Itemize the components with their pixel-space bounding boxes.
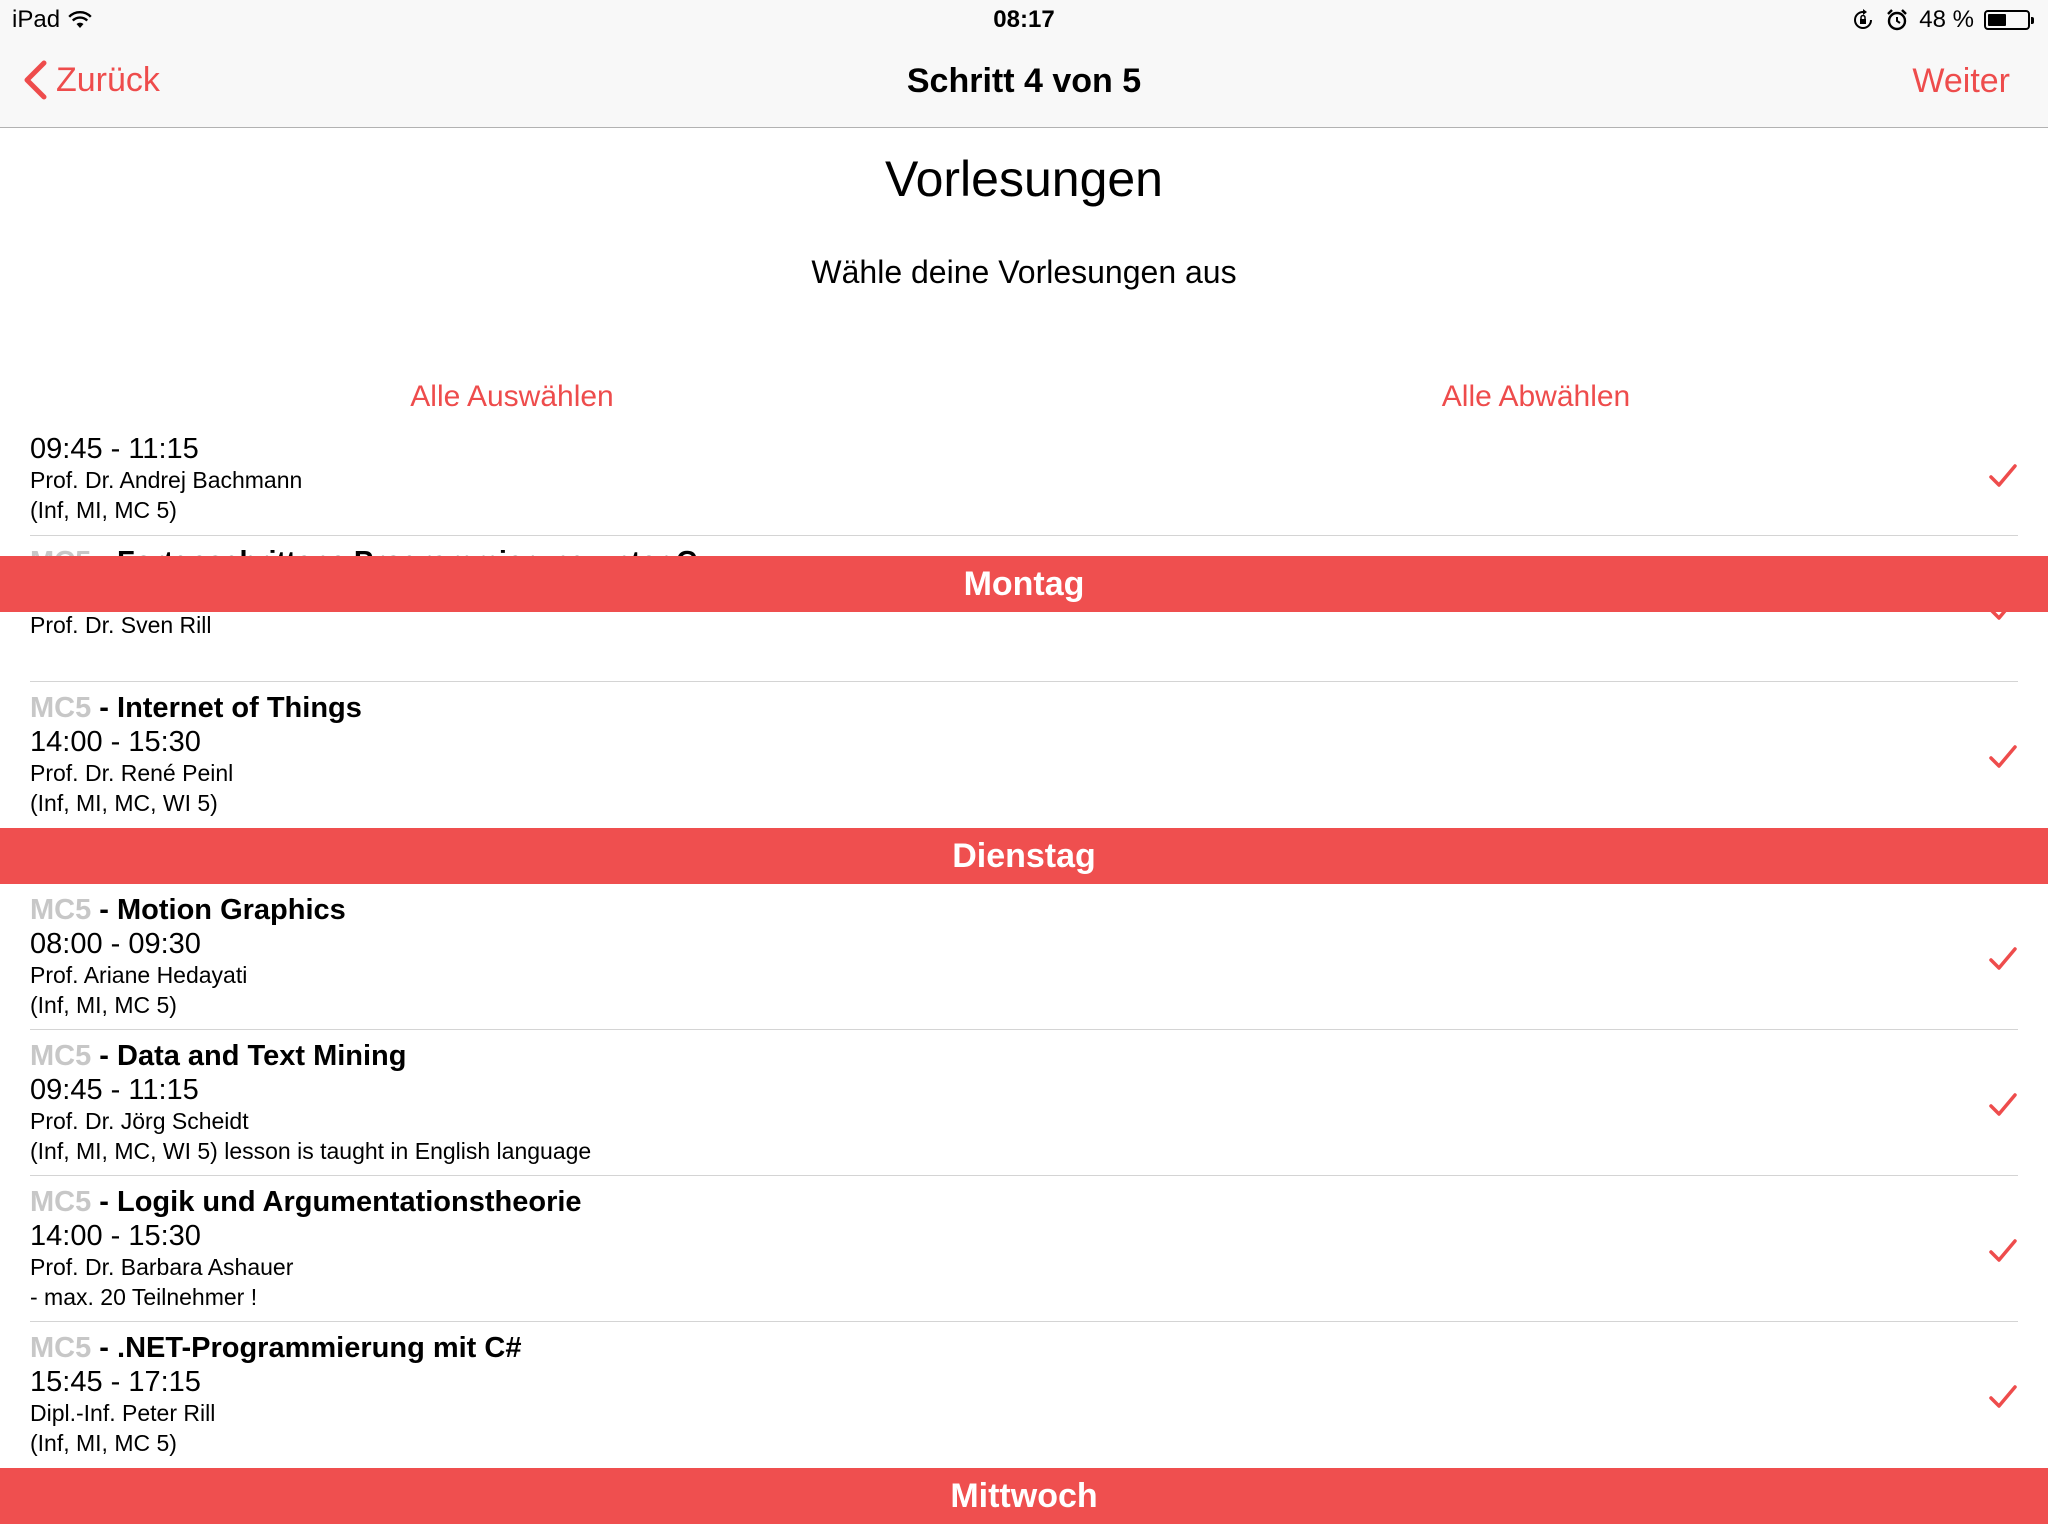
- lecture-row[interactable]: MC5 - Motion Graphics 08:00 - 09:30 Prof…: [0, 884, 2048, 1030]
- lecture-title: MC5 - .NET-Programmierung mit C#: [30, 1332, 521, 1365]
- lecture-name: - Internet of Things: [91, 692, 362, 724]
- lecture-title: MC5 - Data and Text Mining: [30, 1040, 406, 1073]
- lecture-programs: (Inf, MI, MC 5): [30, 497, 177, 523]
- lecture-title: MC5 - Internet of Things: [30, 692, 362, 725]
- checkmark-icon[interactable]: [1988, 1384, 2018, 1410]
- lecture-programs: (Inf, MI, MC, WI 5): [30, 790, 218, 816]
- section-header-mittwoch: Mittwoch: [0, 1468, 2048, 1524]
- select-all-button[interactable]: Alle Auswählen: [0, 380, 1024, 414]
- checkmark-icon[interactable]: [1988, 946, 2018, 972]
- battery-percentage: 48 %: [1919, 6, 1974, 33]
- lecture-professor: Prof. Dr. René Peinl: [30, 760, 234, 786]
- alarm-icon: [1887, 9, 1908, 31]
- section-header-montag: Montag: [0, 556, 2048, 612]
- rotation-lock-icon: [1854, 9, 1873, 29]
- battery-fill: [1988, 14, 2006, 26]
- lecture-code: MC5: [30, 1332, 92, 1364]
- lecture-programs: (Inf, MI, MC 5): [30, 1430, 177, 1456]
- status-bar: iPad 08:17 48 %: [0, 0, 2048, 40]
- section-header-dienstag: Dienstag: [0, 828, 2048, 884]
- deselect-all-button[interactable]: Alle Abwählen: [1024, 380, 2048, 414]
- lecture-professor: Prof. Dr. Andrej Bachmann: [30, 467, 303, 493]
- lecture-title: MC5 - Logik und Argumentationstheorie: [30, 1186, 582, 1219]
- status-time: 08:17: [993, 6, 1055, 33]
- lecture-row[interactable]: MC5 - Data and Text Mining 09:45 - 11:15…: [0, 1030, 2048, 1176]
- lecture-time: 09:45 - 11:15: [30, 433, 199, 465]
- lecture-name: - .NET-Programmierung mit C#: [91, 1332, 522, 1364]
- page-subtitle: Wähle deine Vorlesungen aus: [811, 254, 1237, 290]
- lecture-professor: Prof. Dr. Sven Rill: [30, 612, 212, 638]
- lecture-row[interactable]: MC5 - .NET-Programmierung mit C# 15:45 -…: [0, 1322, 2048, 1468]
- lecture-programs: (Inf, MI, MC 5): [30, 992, 177, 1018]
- lecture-note: - max. 20 Teilnehmer !: [30, 1284, 258, 1310]
- lecture-row[interactable]: MC5 - Internet of Things 14:00 - 15:30 P…: [0, 682, 2048, 828]
- lecture-professor: Prof. Dr. Barbara Ashauer: [30, 1254, 294, 1280]
- lecture-code: MC5: [30, 1040, 92, 1072]
- lecture-time: 09:45 - 11:15: [30, 1074, 199, 1106]
- lecture-name: - Data and Text Mining: [91, 1040, 407, 1072]
- lecture-programs: (Inf, MI, MC, WI 5) lesson is taught in …: [30, 1138, 592, 1164]
- lecture-row[interactable]: MC5 - Logik und Argumentationstheorie 14…: [0, 1176, 2048, 1322]
- lecture-professor: Dipl.-Inf. Peter Rill: [30, 1400, 216, 1426]
- lecture-time: 08:00 - 09:30: [30, 928, 201, 960]
- lecture-time: 14:00 - 15:30: [30, 726, 201, 758]
- status-right: 48 %: [1851, 6, 2034, 34]
- lecture-time: 15:45 - 17:15: [30, 1366, 201, 1398]
- checkmark-icon[interactable]: [1988, 1238, 2018, 1264]
- nav-title: Schritt 4 von 5: [906, 62, 1142, 100]
- lecture-time: 14:00 - 15:30: [30, 1220, 201, 1252]
- checkmark-icon[interactable]: [1988, 1092, 2018, 1118]
- lecture-name: - Motion Graphics: [91, 894, 346, 926]
- checkmark-icon[interactable]: [1988, 744, 2018, 770]
- lecture-code: MC5: [30, 894, 92, 926]
- lecture-title: MC5 - Motion Graphics: [30, 894, 346, 927]
- lecture-code: MC5: [30, 1186, 92, 1218]
- lecture-professor: Prof. Dr. Jörg Scheidt: [30, 1108, 249, 1134]
- lecture-code: MC5: [30, 692, 92, 724]
- page-title: Vorlesungen: [884, 151, 1163, 207]
- lecture-name: - Logik und Argumentationstheorie: [91, 1186, 582, 1218]
- battery-icon: [1984, 10, 2034, 30]
- lecture-professor: Prof. Ariane Hedayati: [30, 962, 248, 988]
- checkmark-icon[interactable]: [1988, 463, 2018, 489]
- lecture-row[interactable]: 09:45 - 11:15 Prof. Dr. Andrej Bachmann …: [0, 420, 2048, 536]
- next-button[interactable]: Weiter: [1912, 62, 2010, 101]
- navigation-bar: Zurück Schritt 4 von 5 Weiter: [0, 40, 2048, 128]
